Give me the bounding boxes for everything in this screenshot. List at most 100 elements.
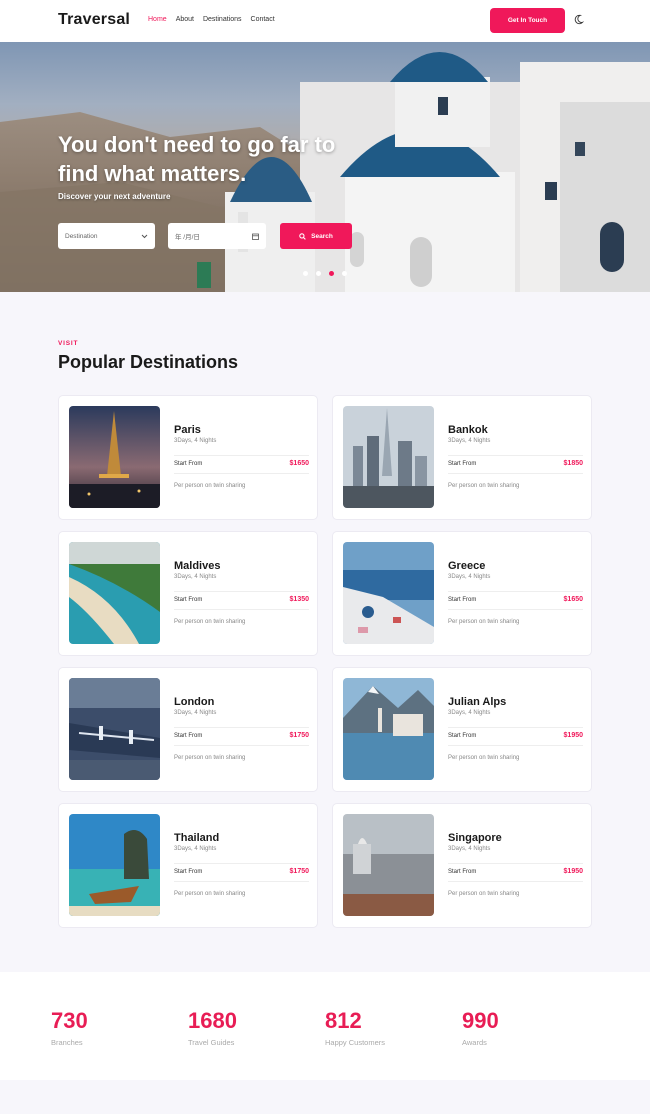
singapore-photo — [343, 814, 434, 916]
destination-card-bankok[interactable]: Bankok 3Days, 4 Nights Start From $1850 … — [332, 395, 592, 520]
destination-name: Paris — [174, 424, 201, 436]
start-from-label: Start From — [448, 733, 477, 739]
carousel-dot[interactable] — [316, 271, 321, 276]
destination-price: $1750 — [289, 868, 309, 875]
julian-alps-photo — [343, 678, 434, 780]
destination-name: London — [174, 696, 215, 708]
chevron-down-icon — [141, 234, 148, 238]
london-photo — [69, 678, 160, 780]
calendar-icon — [252, 233, 259, 240]
stats-section: 730 Branches 1680 Travel Guides 812 Happ… — [0, 972, 650, 1080]
price-note: Per person on twin sharing — [448, 483, 520, 489]
start-from-label: Start From — [448, 597, 477, 603]
search-button[interactable]: Search — [280, 223, 352, 249]
destination-duration: 3Days, 4 Nights — [174, 710, 217, 716]
destination-duration: 3Days, 4 Nights — [174, 574, 217, 580]
divider — [448, 745, 583, 746]
destination-duration: 3Days, 4 Nights — [448, 846, 491, 852]
destination-name: Maldives — [174, 560, 221, 572]
stat-label: Travel Guides — [188, 1038, 235, 1047]
carousel-dot-active[interactable] — [329, 271, 334, 276]
destination-name: Bankok — [448, 424, 488, 436]
nav-item-about[interactable]: About — [176, 16, 194, 23]
destination-card-maldives[interactable]: Maldives 3Days, 4 Nights Start From $135… — [58, 531, 318, 656]
stat-label: Branches — [51, 1038, 83, 1047]
price-note: Per person on twin sharing — [448, 619, 520, 625]
destination-price: $1950 — [563, 868, 583, 875]
destination-price: $1850 — [563, 460, 583, 467]
destination-name: Julian Alps — [448, 696, 507, 708]
stat-value: 812 — [325, 1008, 362, 1033]
start-from-label: Start From — [174, 869, 203, 875]
get-in-touch-button[interactable]: Get In Touch — [490, 8, 565, 33]
nav-item-contact[interactable]: Contact — [251, 16, 275, 23]
destination-card-julian-alps[interactable]: Julian Alps 3Days, 4 Nights Start From $… — [332, 667, 592, 792]
section-eyebrow: VISIT — [58, 340, 79, 347]
price-note: Per person on twin sharing — [448, 891, 520, 897]
top-navbar: Traversal Home About Destinations Contac… — [0, 0, 650, 42]
divider — [174, 881, 309, 882]
brand-logo[interactable]: Traversal — [58, 11, 130, 29]
destination-duration: 3Days, 4 Nights — [448, 710, 491, 716]
destination-price: $1750 — [289, 732, 309, 739]
start-from-label: Start From — [174, 733, 203, 739]
search-button-label: Search — [311, 232, 333, 240]
hero-subtitle: Discover your next adventure — [58, 192, 171, 201]
divider — [174, 745, 309, 746]
start-from-label: Start From — [448, 869, 477, 875]
price-note: Per person on twin sharing — [174, 891, 246, 897]
divider — [448, 609, 583, 610]
destination-duration: 3Days, 4 Nights — [174, 846, 217, 852]
divider — [448, 591, 583, 592]
divider — [174, 473, 309, 474]
divider — [448, 473, 583, 474]
destination-card-paris[interactable]: Paris 3Days, 4 Nights Start From $1650 P… — [58, 395, 318, 520]
destination-card-singapore[interactable]: Singapore 3Days, 4 Nights Start From $19… — [332, 803, 592, 928]
destination-select-label: Destination — [65, 232, 98, 240]
paris-photo — [69, 406, 160, 508]
carousel-dots — [303, 271, 347, 276]
search-icon — [299, 232, 306, 240]
divider — [174, 455, 309, 456]
destination-duration: 3Days, 4 Nights — [174, 438, 217, 444]
destination-card-greece[interactable]: Greece 3Days, 4 Nights Start From $1650 … — [332, 531, 592, 656]
stat-branches: 730 Branches — [51, 1008, 88, 1047]
date-input[interactable]: 年 /月/日 — [168, 223, 266, 249]
divider — [174, 727, 309, 728]
destination-name: Singapore — [448, 832, 502, 844]
destination-card-london[interactable]: London 3Days, 4 Nights Start From $1750 … — [58, 667, 318, 792]
carousel-dot[interactable] — [342, 271, 347, 276]
destination-price: $1950 — [563, 732, 583, 739]
destination-name: Thailand — [174, 832, 220, 844]
greece-photo — [343, 542, 434, 644]
nav-item-home[interactable]: Home — [148, 16, 167, 23]
moon-icon[interactable] — [573, 14, 584, 25]
divider — [174, 863, 309, 864]
carousel-dot[interactable] — [303, 271, 308, 276]
destination-duration: 3Days, 4 Nights — [448, 574, 491, 580]
destination-price: $1650 — [563, 596, 583, 603]
section-title: Popular Destinations — [58, 352, 239, 372]
price-note: Per person on twin sharing — [174, 483, 246, 489]
nav-item-destinations[interactable]: Destinations — [203, 16, 242, 23]
start-from-label: Start From — [174, 461, 203, 467]
divider — [448, 863, 583, 864]
hero-title: You don't need to go far to find what ma… — [58, 132, 336, 186]
destination-price: $1650 — [289, 460, 309, 467]
date-input-placeholder: 年 /月/日 — [175, 234, 200, 241]
destination-card-thailand[interactable]: Thailand 3Days, 4 Nights Start From $175… — [58, 803, 318, 928]
stat-value: 1680 — [188, 1008, 237, 1033]
destination-select[interactable]: Destination — [58, 223, 155, 249]
main-menu: Home About Destinations Contact — [148, 16, 275, 23]
destination-price: $1350 — [289, 596, 309, 603]
stat-label: Awards — [462, 1038, 487, 1047]
divider — [448, 881, 583, 882]
destination-duration: 3Days, 4 Nights — [448, 438, 491, 444]
divider — [174, 591, 309, 592]
start-from-label: Start From — [448, 461, 477, 467]
divider — [448, 727, 583, 728]
stat-value: 730 — [51, 1008, 88, 1033]
stat-label: Happy Customers — [325, 1038, 386, 1047]
bankok-photo — [343, 406, 434, 508]
thailand-photo — [69, 814, 160, 916]
